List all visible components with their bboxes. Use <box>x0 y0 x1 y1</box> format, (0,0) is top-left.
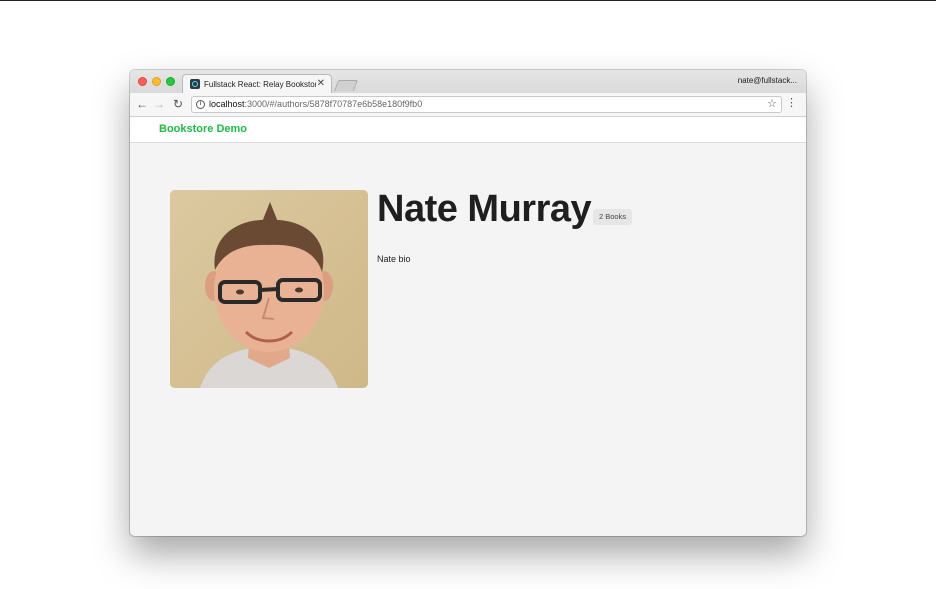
browser-tab[interactable]: Fullstack React: Relay Bookstore ✕ <box>182 74 332 94</box>
app-navbar: Bookstore Demo <box>130 117 806 143</box>
url-path: :3000/#/authors/5878f70787e6b58e180f9fb0 <box>244 99 423 109</box>
browser-toolbar: ← → ↻ i localhost:3000/#/authors/5878f70… <box>130 93 806 117</box>
top-divider <box>0 0 936 1</box>
author-bio: Nate bio <box>377 254 411 264</box>
bookmark-star-icon[interactable]: ☆ <box>767 98 777 111</box>
minimize-window-button[interactable] <box>152 77 161 86</box>
books-count-badge: 2 Books <box>593 209 633 225</box>
profile-name[interactable]: nate@fullstack... <box>738 76 797 86</box>
page-content: Bookstore Demo Nate Murray 2 Books Nate … <box>130 117 806 536</box>
author-avatar <box>170 190 368 388</box>
author-photo-illustration <box>170 190 368 388</box>
address-bar[interactable]: i localhost:3000/#/authors/5878f70787e6b… <box>191 96 782 113</box>
url-host: localhost <box>209 99 245 109</box>
react-favicon-icon <box>190 79 200 89</box>
info-icon[interactable]: i <box>196 100 205 109</box>
url-text[interactable]: localhost:3000/#/authors/5878f70787e6b58… <box>209 99 422 110</box>
reload-icon[interactable]: ↻ <box>171 97 185 111</box>
maximize-window-button[interactable] <box>166 77 175 86</box>
close-window-button[interactable] <box>138 77 147 86</box>
brand-link[interactable]: Bookstore Demo <box>159 123 247 136</box>
forward-arrow-icon[interactable]: → <box>152 97 166 111</box>
back-arrow-icon[interactable]: ← <box>135 97 149 111</box>
tab-title: Fullstack React: Relay Bookstore <box>204 80 316 89</box>
author-name-heading: Nate Murray <box>377 188 592 230</box>
browser-titlebar: Fullstack React: Relay Bookstore ✕ nate@… <box>130 70 806 94</box>
tab-close-icon[interactable]: ✕ <box>317 78 325 89</box>
browser-window: Fullstack React: Relay Bookstore ✕ nate@… <box>130 70 806 536</box>
new-tab-button[interactable] <box>333 80 359 91</box>
browser-menu-icon[interactable]: ⋮ <box>786 97 797 110</box>
